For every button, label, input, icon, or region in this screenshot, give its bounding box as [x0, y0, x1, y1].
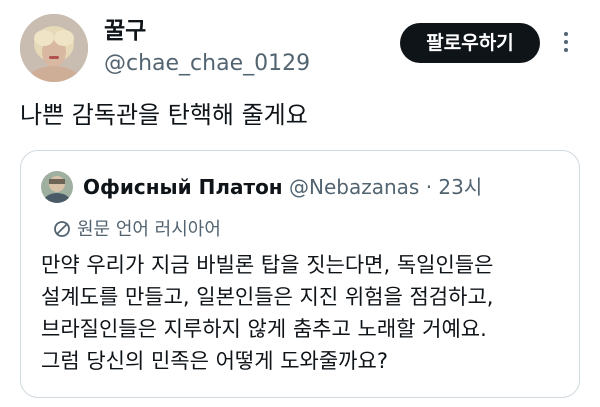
quoted-tweet-time[interactable]: 23시	[438, 175, 482, 199]
tweet-text: 나쁜 감독관을 탄핵해 줄게요	[20, 101, 308, 129]
quoted-author-avatar[interactable]	[41, 171, 73, 203]
quoted-tweet-card[interactable]: Офисный Платон @Nebazanas · 23시 원문 언어 러시…	[20, 150, 580, 398]
author-handle[interactable]: @chae_chae_0129	[104, 50, 310, 78]
header-separator: ·	[425, 175, 433, 199]
translate-icon	[54, 221, 70, 237]
quoted-tweet-header: Офисный Платон @Nebazanas · 23시	[83, 173, 482, 201]
quoted-text-line: 브라질인들은 지루하지 않게 춤추고 노래할 거예요.	[41, 317, 487, 341]
author-name[interactable]: 꿀구	[104, 16, 146, 46]
quoted-text-line: 만약 우리가 지금 바빌론 탑을 짓는다면, 독일인들은	[41, 253, 494, 277]
translation-note[interactable]: 원문 언어 러시아어	[53, 217, 221, 243]
author-avatar[interactable]	[20, 14, 88, 82]
quoted-author-name[interactable]: Офисный Платон	[83, 175, 283, 199]
more-options-icon[interactable]	[558, 29, 574, 61]
quoted-text-line: 설계도를 만들고, 일본인들은 지진 위험을 점검하고,	[41, 285, 494, 309]
follow-button[interactable]: 팔로우하기	[400, 23, 540, 63]
quoted-tweet-text: 만약 우리가 지금 바빌론 탑을 짓는다면, 독일인들은 설계도를 만들고, 일…	[41, 249, 571, 377]
quoted-author-handle[interactable]: @Nebazanas	[289, 175, 419, 199]
quoted-text-line: 그럼 당신의 민족은 어떻게 도와줄까요?	[41, 349, 388, 373]
translation-label: 원문 언어 러시아어	[77, 219, 221, 240]
tweet: 꿀구 @chae_chae_0129 팔로우하기 나쁜 감독관을 탄핵해 줄게요…	[0, 0, 600, 407]
